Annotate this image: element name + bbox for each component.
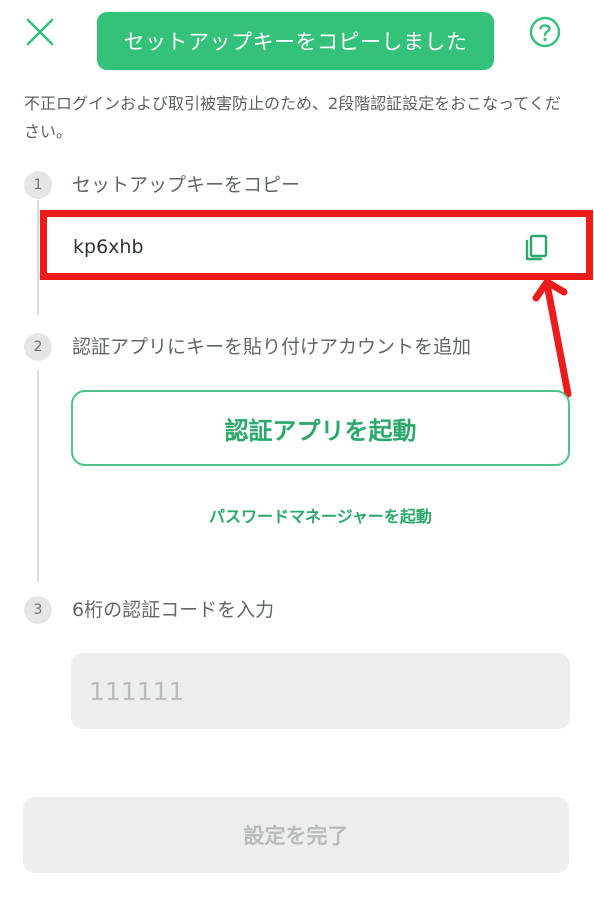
complete-setup-button[interactable]: 設定を完了 [23,797,569,873]
step-title-2: 認証アプリにキーを貼り付けアカウントを追加 [72,336,472,358]
copy-icon [525,234,548,261]
step-number-2: 2 [24,333,52,361]
setup-key-field[interactable]: kp6xhb [40,210,593,280]
step-number-1: 1 [24,171,52,199]
setup-key-value: kp6xhb [73,236,144,258]
help-icon [529,16,561,48]
copy-key-button[interactable] [521,231,555,265]
timeline-line [37,370,39,582]
timeline-line [37,200,39,315]
close-icon [26,18,54,46]
launch-password-manager-link[interactable]: パスワードマネージャーを起動 [71,503,570,527]
toast-message: セットアップキーをコピーしました [123,30,468,54]
step-title-1: セットアップキーをコピー [72,174,301,196]
intro-text: 不正ログインおよび取引被害防止のため、2段階認証設定をおこなってください。 [24,94,561,141]
copied-toast: セットアップキーをコピーしました [97,12,494,70]
two-factor-setup-screen: セットアップキーをコピーしました 不正ログインおよび取引被害防止のため、2段階認… [0,0,594,900]
launch-auth-app-button[interactable]: 認証アプリを起動 [71,390,570,466]
step-number-3: 3 [24,596,52,624]
close-button[interactable] [22,14,58,50]
auth-code-input[interactable] [71,653,570,729]
annotation-arrow-icon [532,278,572,398]
step-title-3: 6桁の認証コードを入力 [72,599,275,621]
help-button[interactable] [527,14,563,50]
